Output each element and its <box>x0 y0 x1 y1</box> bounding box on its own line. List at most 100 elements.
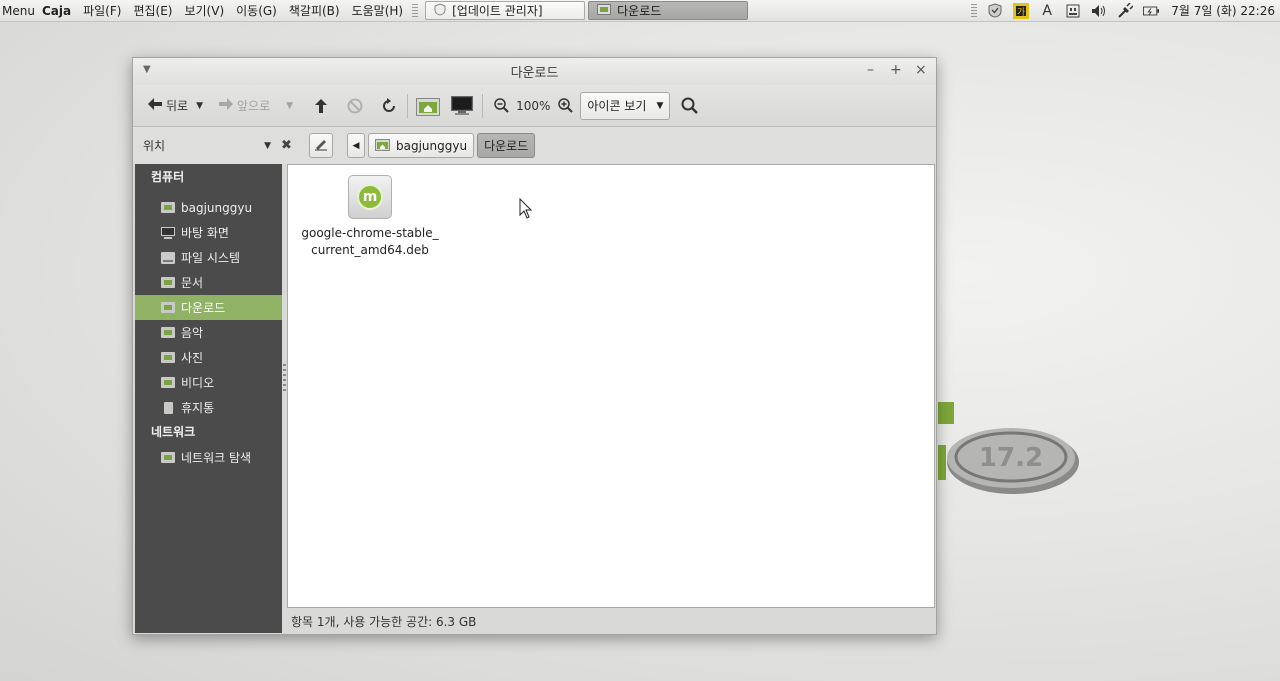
sidebar-item-filesystem[interactable]: 파일 시스템 <box>135 245 282 270</box>
top-panel: Menu Caja 파일(F) 편집(E) 보기(V) 이동(G) 책갈피(B)… <box>0 0 1280 22</box>
panel-separator <box>412 3 419 18</box>
sidebar-resize-handle[interactable] <box>283 364 286 394</box>
file-item[interactable]: m google-chrome-stable_ current_amd64.de… <box>300 175 440 259</box>
back-button[interactable]: 뒤로 ▼ <box>145 92 206 120</box>
toggle-location-entry-button[interactable] <box>309 133 333 158</box>
zoom-in-icon[interactable] <box>554 95 576 117</box>
path-scroll-left-button[interactable]: ◀ <box>347 133 365 158</box>
sidebar-item-label: 다운로드 <box>181 301 226 315</box>
clock[interactable]: 7월 7일 (화) 22:26 <box>1171 2 1275 19</box>
window-menu-icon[interactable]: ▼ <box>143 64 151 75</box>
path-button-current[interactable]: 다운로드 <box>477 133 536 158</box>
pencil-icon <box>314 137 328 154</box>
drive-icon <box>161 251 175 264</box>
sidebar-item-home[interactable]: bagjunggyu <box>135 195 282 220</box>
sidebar-item-desktop[interactable]: 바탕 화면 <box>135 220 282 245</box>
menu-file[interactable]: 파일(F) <box>83 2 121 19</box>
sidebar-item-label: 파일 시스템 <box>181 251 241 265</box>
home-folder-icon[interactable] <box>415 95 441 117</box>
window-controls: – + × <box>865 63 927 77</box>
main-menu-button[interactable]: Menu <box>2 4 35 18</box>
taskbar-downloads-window[interactable]: 다운로드 <box>588 1 749 20</box>
mint-badge-icon: m <box>357 184 383 210</box>
close-icon[interactable]: × <box>915 63 927 77</box>
documents-folder-icon <box>161 277 175 289</box>
input-method-icon[interactable]: 가 <box>1013 2 1030 19</box>
sidebar-item-label: 문서 <box>181 276 204 290</box>
file-manager-window: ▼ 다운로드 – + × 뒤로 ▼ 앞으로 ▼ 100% 아이콘 보기 ▼ 위치… <box>132 57 937 635</box>
shield-icon <box>434 2 446 19</box>
reload-icon[interactable] <box>378 95 400 117</box>
sidebar-item-label: 사진 <box>181 351 204 365</box>
sidebar-item-music[interactable]: 음악 <box>135 320 282 345</box>
system-tray: 가 A 7월 7일 (화) 22:26 <box>971 2 1280 19</box>
sidebar-heading-network: 네트워크 <box>151 425 196 439</box>
back-history-dropdown-icon[interactable]: ▼ <box>196 101 203 111</box>
file-view[interactable]: m google-chrome-stable_ current_amd64.de… <box>287 164 935 608</box>
folder-icon <box>597 3 612 18</box>
taskbar-update-manager[interactable]: [업데이트 관리자] <box>425 1 586 20</box>
volume-icon[interactable] <box>1091 3 1107 19</box>
home-folder-icon <box>161 202 175 214</box>
sidebar-item-label: 비디오 <box>181 376 215 390</box>
sidebar-item-videos[interactable]: 비디오 <box>135 370 282 395</box>
sidebar-item-trash[interactable]: 휴지통 <box>135 395 282 420</box>
window-title: 다운로드 <box>510 66 559 81</box>
menu-edit[interactable]: 편집(E) <box>133 2 172 19</box>
zoom-out-icon[interactable] <box>490 95 512 117</box>
svg-text:17.2: 17.2 <box>979 443 1043 473</box>
sidebar-item-pictures[interactable]: 사진 <box>135 345 282 370</box>
window-titlebar[interactable]: ▼ 다운로드 – + × <box>133 58 936 85</box>
sidebar-item-documents[interactable]: 문서 <box>135 270 282 295</box>
stop-icon[interactable] <box>344 95 366 117</box>
forward-history-dropdown-icon[interactable]: ▼ <box>286 101 293 111</box>
mouse-pointer-icon <box>519 198 533 219</box>
menu-go[interactable]: 이동(G) <box>236 2 277 19</box>
network-icon[interactable] <box>1065 3 1081 19</box>
sidebar-type-select[interactable]: 위치 ▼ <box>133 137 281 154</box>
close-sidebar-icon[interactable]: ✖ <box>281 138 295 153</box>
zoom-level[interactable]: 100% <box>516 99 550 113</box>
sidebar-heading-computer: 컴퓨터 <box>151 170 185 184</box>
desktop-mint-logo: 17.2 <box>938 402 1079 494</box>
maximize-icon[interactable]: + <box>890 63 902 77</box>
forward-button[interactable]: 앞으로 ▼ <box>216 92 296 120</box>
toolbar-separator <box>482 93 484 118</box>
minimize-icon[interactable]: – <box>865 63 876 77</box>
forward-label: 앞으로 <box>237 99 271 113</box>
update-shield-icon[interactable] <box>987 3 1003 19</box>
pictures-folder-icon <box>161 352 175 364</box>
taskbar-label: 다운로드 <box>617 4 662 18</box>
menu-help[interactable]: 도움말(H) <box>352 2 404 19</box>
computer-icon[interactable] <box>449 95 475 117</box>
file-name: google-chrome-stable_ current_amd64.deb <box>301 226 439 257</box>
music-folder-icon <box>161 327 175 339</box>
forward-arrow-icon <box>219 98 234 113</box>
battery-icon[interactable] <box>1143 3 1160 19</box>
search-icon[interactable] <box>678 95 700 117</box>
path-label: 다운로드 <box>484 139 529 153</box>
chevron-left-icon: ◀ <box>352 140 360 151</box>
sidebar-type-label: 위치 <box>143 139 166 153</box>
sidebar-item-label: 바탕 화면 <box>181 226 229 240</box>
status-bar: 항목 1개, 사용 가능한 공간: 6.3 GB <box>291 615 477 629</box>
view-mode-select[interactable]: 아이콘 보기 ▼ <box>580 91 671 120</box>
location-bar: 위치 ▼ ✖ ◀ bagjunggyu 다운로드 <box>133 127 936 164</box>
menu-bookmarks[interactable]: 책갈피(B) <box>289 2 340 19</box>
downloads-folder-icon <box>161 302 175 314</box>
menu-view[interactable]: 보기(V) <box>184 2 224 19</box>
power-plug-icon[interactable] <box>1117 2 1134 19</box>
keyboard-font-icon[interactable]: A <box>1039 3 1055 19</box>
path-button-home[interactable]: bagjunggyu <box>368 133 475 158</box>
up-arrow-icon[interactable] <box>310 95 332 117</box>
chevron-down-icon: ▼ <box>264 140 271 151</box>
panel-separator <box>971 3 978 18</box>
path-label: bagjunggyu <box>396 138 468 153</box>
svg-text:가: 가 <box>1017 7 1025 18</box>
sidebar-item-network-browse[interactable]: 네트워크 탐색 <box>135 445 282 470</box>
places-sidebar: 컴퓨터 bagjunggyu 바탕 화면 파일 시스템 문서 다운로드 음악 사… <box>135 164 282 633</box>
taskbar-label: [업데이트 관리자] <box>452 4 543 18</box>
view-mode-label: 아이콘 보기 <box>587 99 647 113</box>
sidebar-item-downloads[interactable]: 다운로드 <box>135 295 282 320</box>
toolbar: 뒤로 ▼ 앞으로 ▼ 100% 아이콘 보기 ▼ <box>133 85 936 127</box>
